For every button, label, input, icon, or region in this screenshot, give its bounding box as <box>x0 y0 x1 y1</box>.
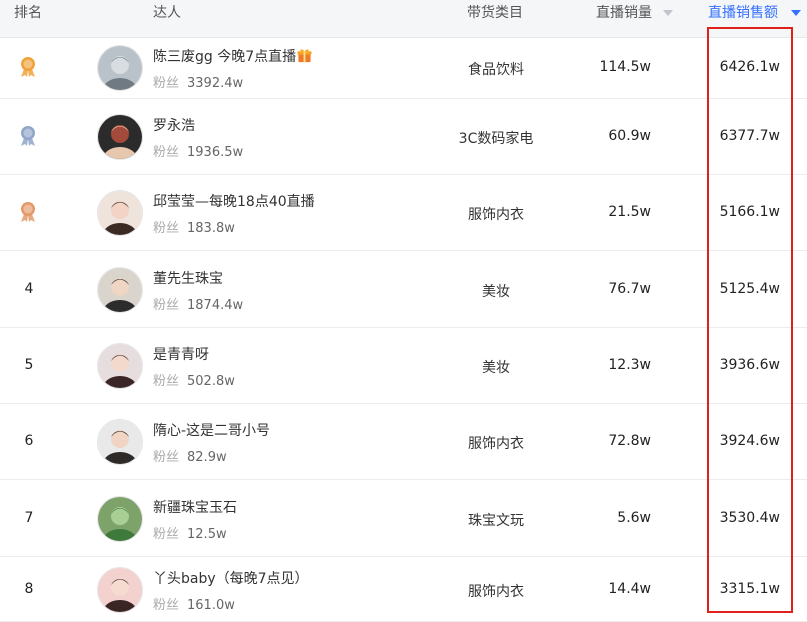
table-row[interactable]: 6 隋心-这是二哥小号 粉丝 82.9w 服饰内衣 72.8w 3924.6w <box>0 404 807 480</box>
talent-name[interactable]: 罗永浩 <box>153 115 195 135</box>
fans-count: 粉丝 183.8w <box>153 217 235 236</box>
category-cell: 珠宝文玩 <box>468 512 524 529</box>
rank-number: 6 <box>24 433 34 449</box>
live-sales-cell: 6377.7w <box>719 128 780 144</box>
talent-name[interactable]: 丫头baby（每晚7点见） <box>153 568 309 588</box>
avatar[interactable] <box>97 190 143 236</box>
fans-count: 粉丝 161.0w <box>153 594 235 613</box>
fans-value: 183.8w <box>187 221 235 236</box>
live-sales-cell: 5125.4w <box>719 280 780 297</box>
header-category: 带货类目 <box>467 5 523 21</box>
header-live-sales-sort[interactable]: 直播销售额 <box>708 0 778 37</box>
fans-count: 粉丝 12.5w <box>153 523 227 542</box>
fans-count: 粉丝 1874.4w <box>153 294 243 313</box>
fans-label: 粉丝 <box>153 297 180 313</box>
silver-medal-icon <box>18 125 38 147</box>
live-volume-cell: 5.6w <box>617 509 651 526</box>
live-sales-cell: 3924.6w <box>719 433 780 449</box>
live-volume-cell: 12.3w <box>608 357 651 373</box>
fans-label: 粉丝 <box>153 450 180 465</box>
talent-name[interactable]: 董先生珠宝 <box>153 268 223 288</box>
fans-label: 粉丝 <box>153 526 180 542</box>
table-header: 排名 达人 带货类目 直播销量 直播销售额 <box>0 0 807 38</box>
fans-count: 粉丝 82.9w <box>153 446 227 465</box>
live-sales-cell: 6426.1w <box>719 59 780 75</box>
table-row[interactable]: 5 是青青呀 粉丝 502.8w 美妆 12.3w 3936.6w <box>0 328 807 404</box>
category-cell: 服饰内衣 <box>468 436 524 452</box>
category-cell: 食品饮料 <box>468 62 524 78</box>
header-live-volume-sort[interactable]: 直播销量 <box>596 0 652 37</box>
fans-label: 粉丝 <box>153 76 180 91</box>
talent-name-text[interactable]: 隋心-这是二哥小号 <box>153 423 270 439</box>
sort-caret-active-icon[interactable] <box>791 10 801 16</box>
live-sales-cell: 3936.6w <box>719 357 780 373</box>
talent-name[interactable]: 是青青呀 <box>153 344 209 364</box>
category-cell: 美妆 <box>482 283 510 300</box>
category-cell: 美妆 <box>482 360 510 376</box>
talent-name-text[interactable]: 丫头baby（每晚7点见） <box>153 571 309 587</box>
fans-count: 粉丝 3392.4w <box>153 72 243 91</box>
category-cell: 3C数码家电 <box>458 131 534 147</box>
rank-number: 4 <box>24 280 34 297</box>
fans-value: 12.5w <box>187 526 227 542</box>
table-row[interactable]: 7 新疆珠宝玉石 粉丝 12.5w 珠宝文玩 5.6w 3530.4w <box>0 480 807 557</box>
talent-name-text[interactable]: 邱莹莹—每晚18点40直播 <box>153 194 315 210</box>
live-volume-cell: 21.5w <box>608 204 651 220</box>
live-sales-cell: 3530.4w <box>719 509 780 526</box>
fans-value: 82.9w <box>187 450 227 465</box>
fans-label: 粉丝 <box>153 145 180 160</box>
rank-number: 7 <box>24 509 34 526</box>
fans-label: 粉丝 <box>153 597 180 613</box>
table-row[interactable]: 8 丫头baby（每晚7点见） 粉丝 161.0w 服饰内衣 14.4w 3315… <box>0 557 807 622</box>
table-row[interactable]: 陈三废gg 今晚7点直播 粉丝 3392.4w 食品饮料 114.5w 6426.… <box>0 37 807 99</box>
sort-caret-icon[interactable] <box>663 10 673 16</box>
ranking-table: 排名 达人 带货类目 直播销量 直播销售额 陈三废gg 今晚7点直播 粉丝 339… <box>0 0 807 622</box>
gift-icon <box>297 48 312 63</box>
talent-name-text[interactable]: 陈三废gg 今晚7点直播 <box>153 49 296 65</box>
table-row[interactable]: 邱莹莹—每晚18点40直播 粉丝 183.8w 服饰内衣 21.5w 5166.1… <box>0 175 807 251</box>
live-volume-cell: 72.8w <box>608 433 651 449</box>
fans-value: 3392.4w <box>187 76 244 91</box>
category-cell: 服饰内衣 <box>468 583 524 600</box>
avatar[interactable] <box>97 266 143 313</box>
category-cell: 服饰内衣 <box>468 207 524 223</box>
avatar[interactable] <box>97 495 143 542</box>
live-volume-cell: 76.7w <box>608 280 651 297</box>
fans-value: 1874.4w <box>187 297 244 313</box>
fans-value: 1936.5w <box>187 145 244 160</box>
live-volume-cell: 14.4w <box>608 580 651 597</box>
rank-number: 8 <box>24 580 34 597</box>
bronze-medal-icon <box>18 201 38 223</box>
header-talent: 达人 <box>153 5 181 21</box>
talent-name-text[interactable]: 董先生珠宝 <box>153 271 223 287</box>
talent-name-text[interactable]: 罗永浩 <box>153 118 195 134</box>
fans-count: 粉丝 1936.5w <box>153 141 243 160</box>
talent-name[interactable]: 隋心-这是二哥小号 <box>153 420 270 440</box>
avatar[interactable] <box>97 114 143 160</box>
avatar[interactable] <box>97 45 143 91</box>
talent-name-text[interactable]: 新疆珠宝玉石 <box>153 500 237 516</box>
live-sales-cell: 5166.1w <box>719 204 780 220</box>
avatar[interactable] <box>97 566 143 613</box>
gold-medal-icon <box>18 56 38 78</box>
fans-label: 粉丝 <box>153 221 180 236</box>
live-volume-cell: 60.9w <box>608 128 651 144</box>
live-sales-cell: 3315.1w <box>719 580 780 597</box>
header-rank: 排名 <box>14 5 42 21</box>
fans-label: 粉丝 <box>153 374 180 389</box>
rank-number: 5 <box>24 357 34 373</box>
table-row[interactable]: 4 董先生珠宝 粉丝 1874.4w 美妆 76.7w 5125.4w <box>0 251 807 328</box>
talent-name[interactable]: 邱莹莹—每晚18点40直播 <box>153 191 315 211</box>
avatar[interactable] <box>97 343 143 389</box>
live-volume-cell: 114.5w <box>599 59 651 75</box>
talent-name[interactable]: 新疆珠宝玉石 <box>153 497 237 517</box>
fans-value: 161.0w <box>187 597 235 613</box>
avatar[interactable] <box>97 419 143 465</box>
talent-name[interactable]: 陈三废gg 今晚7点直播 <box>153 46 312 66</box>
fans-count: 粉丝 502.8w <box>153 370 235 389</box>
talent-name-text[interactable]: 是青青呀 <box>153 347 209 363</box>
table-row[interactable]: 罗永浩 粉丝 1936.5w 3C数码家电 60.9w 6377.7w <box>0 99 807 175</box>
fans-value: 502.8w <box>187 374 235 389</box>
